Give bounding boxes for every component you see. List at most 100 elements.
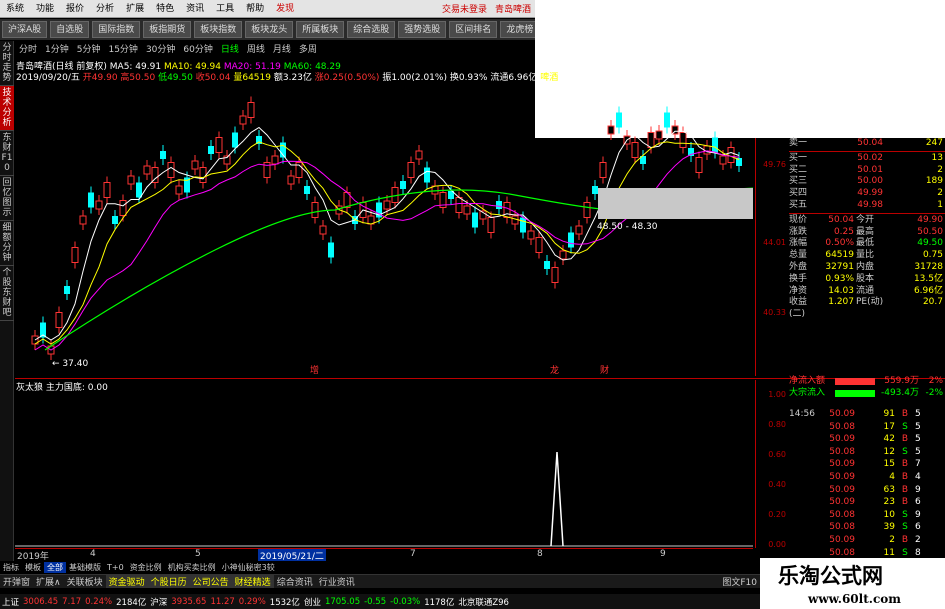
left-side-tabs: 分时走势 技术分析 东财F10 回忆图示 细额分钟 个股东财吧 <box>0 41 14 571</box>
candle-body <box>568 232 574 248</box>
indicator-tab[interactable]: 基础模版 <box>66 562 104 573</box>
left-tab[interactable]: 分时走势 <box>0 41 14 86</box>
menu-item[interactable]: 分析 <box>90 0 120 18</box>
bottom-button[interactable]: 综合资讯 <box>274 575 316 588</box>
toolbar-button[interactable]: 自选股 <box>50 21 90 38</box>
candle-body <box>232 132 238 148</box>
menu-right-item[interactable]: 青岛啤酒 <box>491 2 535 15</box>
period-tab[interactable]: 30分钟 <box>142 42 179 55</box>
period-tab[interactable]: 日线 <box>217 42 243 55</box>
indicator-tab[interactable]: 全部 <box>44 561 66 573</box>
stat-value: 32791 <box>825 261 854 272</box>
left-tab[interactable]: 技术分析 <box>0 86 14 131</box>
date-tick: 5 <box>195 549 201 559</box>
indicator-tab[interactable]: 资金比例 <box>127 562 165 573</box>
tick-count: 7 <box>915 459 921 470</box>
period-tab[interactable]: 月线 <box>269 42 295 55</box>
buy-qty: 1 <box>937 199 943 210</box>
tick-volume: 42 <box>883 434 895 445</box>
flow-row: 大宗流入 -493.4万 -2% <box>789 387 945 399</box>
candle-body <box>631 142 639 158</box>
tick-volume: 12 <box>883 446 895 457</box>
menu-item-discover[interactable]: 发现 <box>270 0 300 18</box>
buy-row: 买三 50.00 189 <box>789 176 945 188</box>
buy-row: 买五 49.98 1 <box>789 200 945 212</box>
menu-item[interactable]: 报价 <box>60 0 90 18</box>
bottom-button[interactable]: 行业资讯 <box>316 575 358 588</box>
f10-button[interactable]: 图文F10 <box>719 575 760 588</box>
period-tab[interactable]: 1分钟 <box>41 42 73 55</box>
candle-body <box>167 162 175 178</box>
indicator-tick: 0.60 <box>768 450 786 459</box>
bottom-button[interactable]: 开弹窗 <box>0 575 33 588</box>
tick-time <box>789 496 819 509</box>
bottom-button[interactable]: 资金驱动 <box>105 575 148 588</box>
event-marker: 增 <box>310 364 319 376</box>
candle-body <box>472 212 478 228</box>
menu-item[interactable]: 功能 <box>30 0 60 18</box>
toolbar-button[interactable]: 综合选股 <box>347 21 396 38</box>
toolbar-button[interactable]: 国际指数 <box>92 21 141 38</box>
tick-price: 50.09 <box>829 471 855 482</box>
candle-body <box>287 175 295 185</box>
indicator-tab[interactable]: 机构买卖比例 <box>165 562 219 573</box>
period-tab[interactable]: 多周 <box>295 42 321 55</box>
orderbook-divider <box>789 150 945 152</box>
bottom-button[interactable]: 财经精选 <box>231 575 274 588</box>
left-tab[interactable]: 回忆图示 <box>0 176 14 221</box>
period-tab[interactable]: 5分钟 <box>73 42 105 55</box>
indicator-tab[interactable]: T+0 <box>104 563 127 572</box>
indicator-chart[interactable] <box>15 380 753 548</box>
tick-row: 50.09 63 B 9 <box>789 484 945 497</box>
index-status: 沪深 <box>150 597 168 608</box>
candle-body <box>88 192 94 208</box>
tick-time <box>789 446 819 459</box>
buy-qty: 2 <box>937 164 943 175</box>
indicator-tab[interactable]: 小神仙秘密3较 <box>219 562 278 573</box>
stat-label2: 最高 <box>856 226 875 237</box>
candle-body <box>719 155 727 165</box>
period-tab[interactable]: 分时 <box>15 42 41 55</box>
toolbar-button[interactable]: 板块指数 <box>194 21 243 38</box>
menu-item[interactable]: 扩展 <box>120 0 150 18</box>
period-tab[interactable]: 15分钟 <box>104 42 141 55</box>
bottom-button[interactable]: 扩展∧ <box>33 575 64 588</box>
toolbar-button[interactable]: 龙虎榜 <box>500 21 540 38</box>
candle-body <box>95 200 103 210</box>
candle-body <box>712 137 718 153</box>
toolbar-button[interactable]: 所属板块 <box>296 21 345 38</box>
candle-body <box>175 185 183 195</box>
toolbar-button[interactable]: 沪深A股 <box>2 21 48 38</box>
menu-item[interactable]: 帮助 <box>240 0 270 18</box>
indicator-tab[interactable]: 模板 <box>22 562 44 573</box>
stat-value: 64519 <box>825 250 854 261</box>
toolbar-button[interactable]: 区间排名 <box>449 21 498 38</box>
candle-body <box>535 237 543 253</box>
tick-price: 50.08 <box>829 421 855 432</box>
tick-volume: 23 <box>883 497 895 508</box>
period-tab[interactable]: 60分钟 <box>179 42 216 55</box>
menu-item[interactable]: 资讯 <box>180 0 210 18</box>
index-status: -0.55 <box>364 596 387 607</box>
period-tab[interactable]: 周线 <box>243 42 269 55</box>
toolbar-button[interactable]: 板块龙头 <box>245 21 294 38</box>
bottom-button[interactable]: 公司公告 <box>189 575 232 588</box>
tick-row: 50.08 10 S 9 <box>789 509 945 522</box>
menu-item[interactable]: 工具 <box>210 0 240 18</box>
menu-item[interactable]: 系统 <box>0 0 30 18</box>
toolbar-button[interactable]: 板指期货 <box>143 21 192 38</box>
menu-right-item[interactable]: 交易未登录 <box>438 2 491 15</box>
bottom-button[interactable]: 个股日历 <box>147 575 190 588</box>
candle-body <box>199 167 207 183</box>
toolbar-button[interactable]: 强势选股 <box>398 21 447 38</box>
menu-item[interactable]: 特色 <box>150 0 180 18</box>
indicator-tab[interactable]: 指标 <box>0 562 22 573</box>
left-tab[interactable]: 细额分钟 <box>0 221 14 266</box>
price-tick: 40.33 <box>763 308 786 317</box>
left-tab[interactable]: 个股东财吧 <box>0 266 14 321</box>
stat-value2: 20.7 <box>922 297 943 308</box>
left-tab[interactable]: 东财F10 <box>0 131 14 176</box>
stat-label: 总量 <box>789 250 808 261</box>
price-zone-label: 48.50 - 48.30 <box>597 222 658 232</box>
bottom-button[interactable]: 关联板块 <box>64 575 106 588</box>
